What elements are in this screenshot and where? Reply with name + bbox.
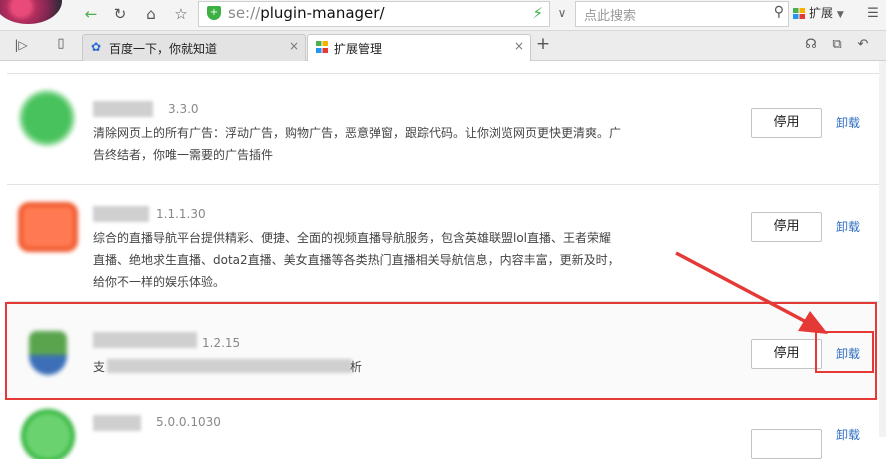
tab-baidu[interactable]: ✿ 百度一下，你就知道 × bbox=[82, 34, 306, 61]
extension-logo bbox=[23, 207, 73, 247]
restore-window-icon[interactable]: ⧉ bbox=[826, 35, 848, 55]
extension-description: 综合的直播导航平台提供精彩、便捷、全面的视频直播导航服务，包含英雄联盟lol直播… bbox=[93, 231, 620, 289]
uninstall-link[interactable]: 卸载 bbox=[836, 114, 860, 131]
uninstall-link[interactable]: 卸载 bbox=[836, 218, 860, 235]
menu-icon[interactable]: ☰ bbox=[862, 4, 884, 24]
disable-button[interactable] bbox=[751, 429, 822, 459]
browser-toolbar: ← ↻ ⌂ ☆ + se://plugin-manager/ ⚡ ∨ 点此搜索 … bbox=[0, 0, 886, 31]
extension-card: 5.0.0.1030 卸载 bbox=[7, 399, 879, 459]
extensions-button[interactable]: 扩展 ▼ bbox=[791, 2, 863, 24]
extension-version: 1.1.1.30 bbox=[156, 207, 206, 221]
speed-mode-icon[interactable]: ⚡ bbox=[532, 4, 543, 22]
baidu-paw-icon: ✿ bbox=[91, 40, 102, 54]
close-tab-icon[interactable]: × bbox=[289, 39, 299, 53]
address-url: se://plugin-manager/ bbox=[228, 4, 385, 22]
close-tab-icon[interactable]: × bbox=[514, 39, 524, 53]
extension-logo bbox=[25, 413, 71, 459]
annotation-arrow bbox=[675, 251, 828, 334]
extension-description: 清除网页上的所有广告：浮动广告，购物广告，恶意弹窗，跟踪代码。让你浏览网页更快更… bbox=[93, 126, 622, 162]
secure-shield-icon: + bbox=[207, 6, 221, 20]
extension-manager-icon bbox=[316, 41, 328, 53]
extension-logo bbox=[23, 94, 71, 142]
extensions-grid-icon bbox=[793, 7, 805, 20]
search-placeholder: 点此搜索 bbox=[584, 9, 637, 24]
new-tab-button[interactable]: + bbox=[532, 34, 554, 54]
sidebar-toggle-icon[interactable]: |▷ bbox=[10, 35, 32, 55]
refresh-icon[interactable]: ↻ bbox=[109, 4, 131, 24]
disable-button[interactable]: 停用 bbox=[751, 212, 822, 242]
extension-version: 5.0.0.1030 bbox=[156, 415, 221, 429]
extension-name-blurred bbox=[93, 206, 149, 222]
address-dropdown-icon[interactable]: ∨ bbox=[551, 2, 573, 24]
address-bar[interactable]: + se://plugin-manager/ ⚡ bbox=[198, 1, 550, 27]
undo-close-icon[interactable]: ↶ bbox=[852, 35, 874, 55]
disable-button[interactable]: 停用 bbox=[751, 108, 822, 138]
user-avatar[interactable] bbox=[0, 0, 62, 24]
extension-name-blurred bbox=[93, 101, 153, 117]
search-box[interactable]: 点此搜索 ⚲ bbox=[575, 1, 789, 27]
extension-version: 3.3.0 bbox=[168, 102, 199, 116]
uninstall-link[interactable]: 卸载 bbox=[836, 426, 860, 443]
search-icon[interactable]: ⚲ bbox=[774, 4, 784, 20]
previous-item-edge bbox=[7, 61, 879, 74]
phone-icon[interactable]: ▯ bbox=[50, 34, 72, 54]
extension-card: 3.3.0 清除网页上的所有广告：浮动广告，购物广告，恶意弹窗，跟踪代码。让你浏… bbox=[7, 78, 879, 185]
tab-strip: |▷ ▯ ✿ 百度一下，你就知道 × 扩展管理 × + ☊ ⧉ ↶ bbox=[0, 31, 886, 62]
back-icon[interactable]: ← bbox=[80, 4, 102, 24]
extension-name-blurred bbox=[93, 415, 141, 431]
tab-extension-manager[interactable]: 扩展管理 × bbox=[307, 34, 531, 62]
home-icon[interactable]: ⌂ bbox=[140, 4, 162, 24]
headphones-icon[interactable]: ☊ bbox=[800, 35, 822, 55]
chevron-down-icon: ▼ bbox=[836, 10, 844, 20]
star-icon[interactable]: ☆ bbox=[170, 4, 192, 24]
scrollbar[interactable] bbox=[879, 61, 886, 437]
